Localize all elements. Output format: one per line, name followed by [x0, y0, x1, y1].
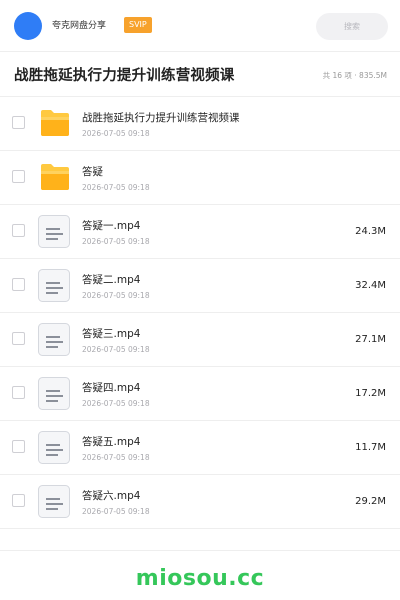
select-checkbox[interactable]: [12, 332, 25, 345]
item-name[interactable]: 答疑五.mp4: [82, 435, 140, 449]
item-size: 32.4M: [355, 280, 386, 291]
item-date: 2026-07-05 09:18: [82, 399, 150, 408]
item-name[interactable]: 战胜拖延执行力提升训练营视频课: [82, 111, 240, 125]
sharer-name[interactable]: 夸克网盘分享: [52, 19, 106, 33]
item-date: 2026-07-05 09:18: [82, 183, 150, 192]
file-row[interactable]: 答疑三.mp4 2026-07-05 09:18 27.1M: [0, 313, 400, 367]
item-date: 2026-07-05 09:18: [82, 291, 150, 300]
item-name[interactable]: 答疑一.mp4: [82, 219, 140, 233]
video-file-icon: [38, 269, 70, 302]
item-date: 2026-07-05 09:18: [82, 237, 150, 246]
item-name[interactable]: 答疑: [82, 165, 103, 179]
file-list: 战胜拖延执行力提升训练营视频课 2026-07-05 09:18 答疑 2026-07…: [0, 97, 400, 529]
select-checkbox[interactable]: [12, 440, 25, 453]
folder-row[interactable]: 答疑 2026-07-05 09:18: [0, 151, 400, 205]
item-size: 29.2M: [355, 496, 386, 507]
item-name[interactable]: 答疑六.mp4: [82, 489, 140, 503]
item-size: 11.7M: [355, 442, 386, 453]
video-file-icon: [38, 215, 70, 248]
select-checkbox[interactable]: [12, 386, 25, 399]
folder-icon: [40, 162, 70, 192]
item-count-summary: 共 16 项 · 835.5M: [322, 71, 387, 80]
item-date: 2026-07-05 09:18: [82, 345, 150, 354]
site-watermark: miosou.cc: [135, 566, 265, 591]
select-checkbox[interactable]: [12, 278, 25, 291]
file-row[interactable]: 答疑四.mp4 2026-07-05 09:18 17.2M: [0, 367, 400, 421]
item-size: 24.3M: [355, 226, 386, 237]
svip-badge: SVIP: [124, 17, 152, 33]
select-checkbox[interactable]: [12, 494, 25, 507]
item-date: 2026-07-05 09:18: [82, 453, 150, 462]
file-row[interactable]: 答疑六.mp4 2026-07-05 09:18 29.2M: [0, 475, 400, 529]
video-file-icon: [38, 377, 70, 410]
folder-icon: [40, 108, 70, 138]
item-name[interactable]: 答疑三.mp4: [82, 327, 140, 341]
item-name[interactable]: 答疑四.mp4: [82, 381, 140, 395]
select-checkbox[interactable]: [12, 170, 25, 183]
footer: miosou.cc: [0, 550, 400, 600]
item-date: 2026-07-05 09:18: [82, 129, 150, 138]
page-title: 战胜拖延执行力提升训练营视频课: [14, 68, 235, 84]
select-checkbox[interactable]: [12, 116, 25, 129]
item-date: 2026-07-05 09:18: [82, 507, 150, 516]
video-file-icon: [38, 485, 70, 518]
folder-title-bar: 战胜拖延执行力提升训练营视频课 共 16 项 · 835.5M: [0, 53, 400, 97]
file-row[interactable]: 答疑一.mp4 2026-07-05 09:18 24.3M: [0, 205, 400, 259]
file-row[interactable]: 答疑五.mp4 2026-07-05 09:18 11.7M: [0, 421, 400, 475]
video-file-icon: [38, 323, 70, 356]
avatar[interactable]: [14, 12, 42, 40]
video-file-icon: [38, 431, 70, 464]
select-checkbox[interactable]: [12, 224, 25, 237]
share-header: 夸克网盘分享 SVIP 搜索: [0, 0, 400, 52]
folder-row[interactable]: 战胜拖延执行力提升训练营视频课 2026-07-05 09:18: [0, 97, 400, 151]
file-row[interactable]: 答疑二.mp4 2026-07-05 09:18 32.4M: [0, 259, 400, 313]
item-size: 27.1M: [355, 334, 386, 345]
item-name[interactable]: 答疑二.mp4: [82, 273, 140, 287]
search-input[interactable]: 搜索: [316, 13, 388, 40]
item-size: 17.2M: [355, 388, 386, 399]
